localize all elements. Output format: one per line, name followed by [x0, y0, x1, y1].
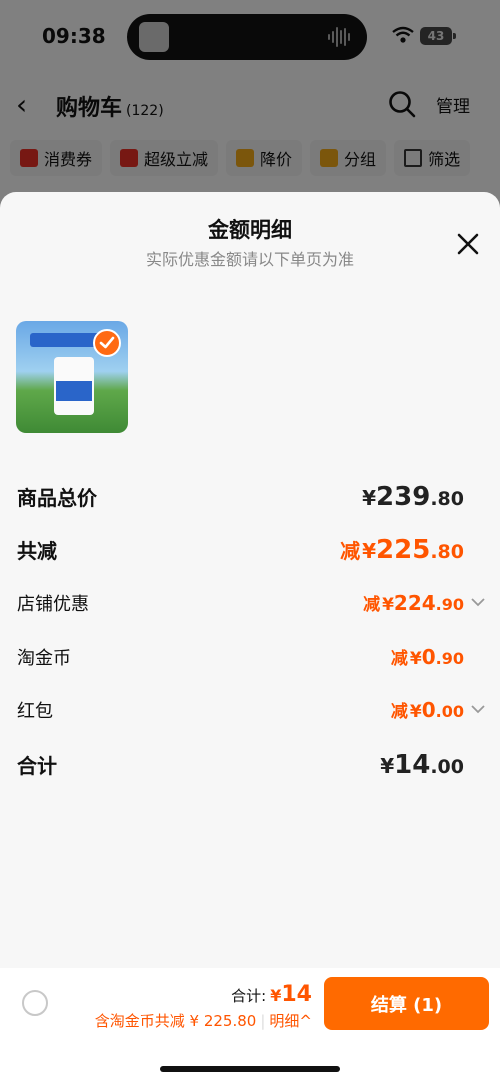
minus-prefix: 减 — [363, 595, 381, 615]
amount-dec: .00 — [435, 702, 464, 721]
total-value: 14 — [281, 982, 312, 1007]
row-label: 合计 — [17, 754, 57, 778]
discount-summary: 含淘金币共减 ¥ 225.80 | 明细^ — [95, 1010, 312, 1031]
checkout-button[interactable]: 结算 (1) — [324, 977, 489, 1030]
row-label: 淘金币 — [17, 648, 71, 669]
currency: ¥ — [362, 539, 377, 563]
currency: ¥ — [409, 649, 422, 669]
discount-text: 含淘金币共减 ¥ 225.80 — [94, 1012, 257, 1030]
select-all-radio[interactable] — [22, 990, 48, 1016]
total-price: 合计: ¥14 — [231, 982, 312, 1007]
row-subtotal: 合计 ¥14.00 — [0, 750, 500, 784]
currency: ¥ — [409, 702, 422, 722]
chevron-down-icon[interactable] — [470, 701, 486, 717]
minus-prefix: 减 — [390, 702, 408, 722]
currency: ¥ — [382, 595, 394, 615]
amount-dec: .90 — [435, 649, 464, 668]
amount-int: 224 — [393, 591, 436, 615]
sheet-subtitle: 实际优惠金额请以下单页为准 — [145, 250, 354, 269]
amount-int: 239 — [376, 482, 431, 512]
row-store-discount[interactable]: 店铺优惠 减 ¥224.90 — [0, 590, 500, 624]
row-value: 减 ¥224.90 — [363, 590, 464, 615]
row-label: 商品总价 — [17, 486, 97, 510]
detail-link[interactable]: 明细^ — [269, 1012, 312, 1030]
home-indicator — [160, 1066, 340, 1072]
row-red-packet[interactable]: 红包 减 ¥0.00 — [0, 697, 500, 731]
amount-dec: .00 — [430, 756, 464, 778]
amount-int: 0 — [421, 645, 436, 669]
selected-check-icon[interactable] — [93, 329, 121, 357]
product-label — [56, 381, 92, 401]
amount-dec: .80 — [430, 488, 464, 510]
minus-prefix: 减 — [390, 649, 408, 669]
row-value: ¥14.00 — [380, 750, 464, 780]
close-icon[interactable] — [454, 230, 482, 258]
row-label: 共减 — [17, 539, 57, 563]
chevron-down-icon[interactable] — [470, 594, 486, 610]
minus-prefix: 减 — [340, 539, 361, 563]
row-label: 红包 — [17, 701, 53, 722]
row-value: 减 ¥0.90 — [391, 644, 464, 669]
chevron-up-icon: ^ — [299, 1012, 312, 1030]
total-currency: ¥ — [270, 986, 282, 1005]
row-goods-total: 商品总价 ¥239.80 — [0, 482, 500, 516]
amount-dec: .80 — [430, 541, 464, 563]
currency: ¥ — [380, 754, 395, 778]
divider: | — [260, 1012, 266, 1030]
row-taojinbi: 淘金币 减 ¥0.90 — [0, 644, 500, 678]
total-label: 合计: — [231, 987, 267, 1005]
sheet-title: 金额明细 — [208, 218, 292, 242]
row-value: 减 ¥225.80 — [340, 535, 464, 565]
currency: ¥ — [362, 486, 377, 510]
detail-link-text: 明细 — [269, 1012, 300, 1030]
amount-int: 0 — [421, 698, 436, 722]
amount-detail-sheet: 金额明细 实际优惠金额请以下单页为准 商品总价 ¥239.80 共减 减 ¥225… — [0, 192, 500, 1084]
row-value: 减 ¥0.00 — [391, 697, 464, 722]
amount-int: 225 — [376, 535, 431, 565]
row-value: ¥239.80 — [362, 482, 464, 512]
amount-int: 14 — [394, 750, 431, 780]
row-total-discount: 共减 减 ¥225.80 — [0, 535, 500, 569]
row-label: 店铺优惠 — [17, 594, 89, 615]
amount-dec: .90 — [435, 595, 464, 614]
